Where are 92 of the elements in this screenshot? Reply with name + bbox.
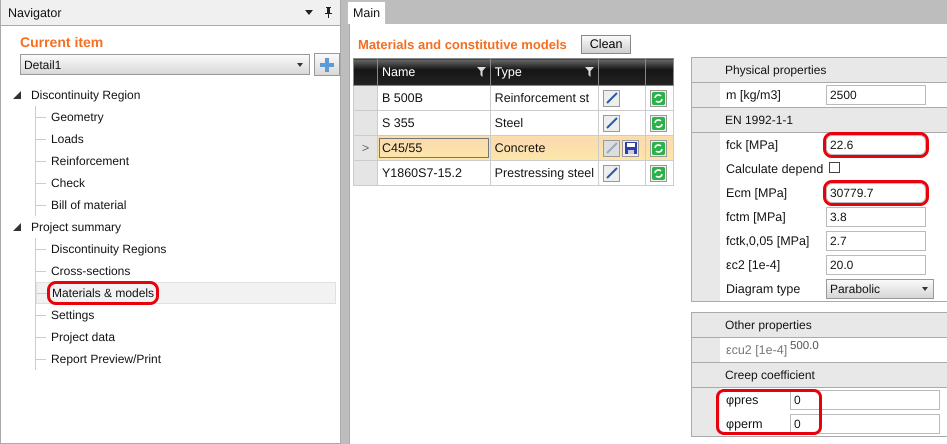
panel-title: Navigator [8, 6, 62, 20]
table-row[interactable]: B 500B Reinforcement st [354, 86, 674, 110]
refresh-button[interactable] [650, 140, 667, 156]
property-label: εcu2 [1e-4] [725, 343, 788, 357]
property-label: fctk,0,05 [MPa] [725, 234, 810, 248]
filter-icon[interactable] [476, 67, 486, 77]
refresh-button[interactable] [650, 114, 667, 132]
row-header [692, 133, 720, 157]
row-header [692, 412, 720, 436]
row-header [692, 83, 720, 107]
column-header[interactable]: Type [490, 58, 599, 86]
tree-item[interactable]: Discontinuity Regions [49, 240, 168, 258]
filter-icon[interactable] [585, 67, 594, 77]
value-field[interactable]: 2500 [826, 85, 926, 105]
table-row[interactable]: S 355 Steel [354, 110, 674, 136]
property-label: Diagram type [725, 282, 802, 296]
group-header[interactable]: EN 1992-1-1 [692, 108, 947, 133]
value-field[interactable]: 0 [790, 414, 940, 434]
header-cell [645, 58, 674, 86]
value-field[interactable]: 22.6 [826, 135, 926, 155]
tree-item[interactable]: Bill of material [49, 196, 128, 214]
tree-item[interactable]: Settings [49, 306, 96, 324]
tree-item[interactable]: Report Preview/Print [49, 350, 164, 368]
header-cell [598, 58, 646, 86]
value-field[interactable]: 2.7 [826, 231, 926, 251]
refresh-icon [652, 92, 665, 104]
group-header[interactable]: Creep coefficient [692, 363, 947, 388]
refresh-icon [652, 166, 665, 180]
table-cell: Y1860S7-15.2 [377, 160, 490, 186]
edit-button[interactable] [603, 164, 620, 182]
save-button[interactable] [622, 140, 640, 156]
tree-item[interactable]: Loads [49, 130, 86, 148]
pencil-icon [604, 166, 619, 180]
diagram-type-dropdown[interactable]: Parabolic [826, 279, 934, 299]
property-label: Calculate depend [725, 162, 824, 176]
property-label: φpres [725, 393, 760, 407]
table-cell: Reinforcement st [490, 86, 599, 110]
table-cell: B 500B [377, 86, 490, 110]
tree-item[interactable]: Project data [49, 328, 118, 346]
section-heading: Current item [20, 34, 104, 50]
tree-item[interactable]: Geometry [49, 108, 106, 126]
property-label: fck [MPa] [725, 138, 780, 152]
row-header[interactable]: > [354, 136, 378, 160]
refresh-icon [652, 116, 665, 130]
clean-button[interactable]: Clean [580, 34, 632, 54]
pencil-icon [604, 91, 619, 105]
tree-item[interactable]: Cross-sections [49, 262, 132, 280]
checkbox[interactable] [829, 162, 840, 173]
pencil-icon [604, 141, 619, 155]
value-field[interactable]: 20.0 [826, 255, 926, 275]
group-header[interactable]: Other properties [692, 313, 947, 338]
property-label: εc2 [1e-4] [725, 258, 782, 272]
value-field[interactable]: 30779.7 [826, 183, 926, 203]
group-header[interactable]: Physical properties [692, 58, 947, 83]
property-label: φperm [725, 417, 764, 431]
edit-button[interactable] [603, 90, 620, 106]
dropdown-arrow-icon[interactable] [305, 10, 313, 15]
tree-item[interactable]: Reinforcement [49, 152, 132, 170]
pencil-icon [604, 116, 619, 130]
current-item-dropdown[interactable]: Detail1 [20, 54, 310, 75]
value-field[interactable]: 0 [790, 390, 940, 410]
property-value: 500.0 [790, 340, 819, 352]
table-cell: C45/55 [377, 136, 490, 160]
add-button[interactable] [314, 53, 340, 76]
table-cell: Concrete [490, 136, 599, 160]
row-header [692, 338, 720, 362]
tree-item[interactable]: Project summary [31, 220, 122, 234]
row-header [692, 388, 720, 412]
expand-toggle-icon[interactable] [13, 91, 21, 99]
property-label: Ecm [MPa] [725, 186, 788, 200]
column-header[interactable]: Name [377, 58, 490, 86]
caret-icon [297, 62, 303, 66]
edit-button[interactable] [603, 114, 620, 132]
value-field[interactable]: 3.8 [826, 207, 926, 227]
table-row[interactable]: > C45/55 Concrete [354, 136, 674, 160]
section-heading: Materials and constitutive models [358, 36, 567, 52]
pin-icon[interactable] [325, 7, 332, 18]
plus-icon [320, 58, 334, 72]
refresh-button[interactable] [650, 90, 667, 106]
table-cell: Prestressing steel [490, 160, 599, 186]
row-header [692, 277, 720, 301]
caret-icon [922, 287, 928, 291]
table-row[interactable]: Y1860S7-15.2 Prestressing steel [354, 160, 674, 186]
expand-toggle-icon[interactable] [13, 223, 21, 231]
property-label: fctm [MPa] [725, 210, 787, 224]
tree-item[interactable]: Discontinuity Region [31, 88, 140, 102]
tab[interactable]: Main [347, 1, 386, 24]
refresh-button[interactable] [650, 164, 667, 182]
property-label: m [kg/m3] [725, 88, 782, 102]
header-cell [354, 58, 378, 86]
refresh-icon [652, 142, 665, 154]
tree-item[interactable]: Check [49, 174, 88, 192]
